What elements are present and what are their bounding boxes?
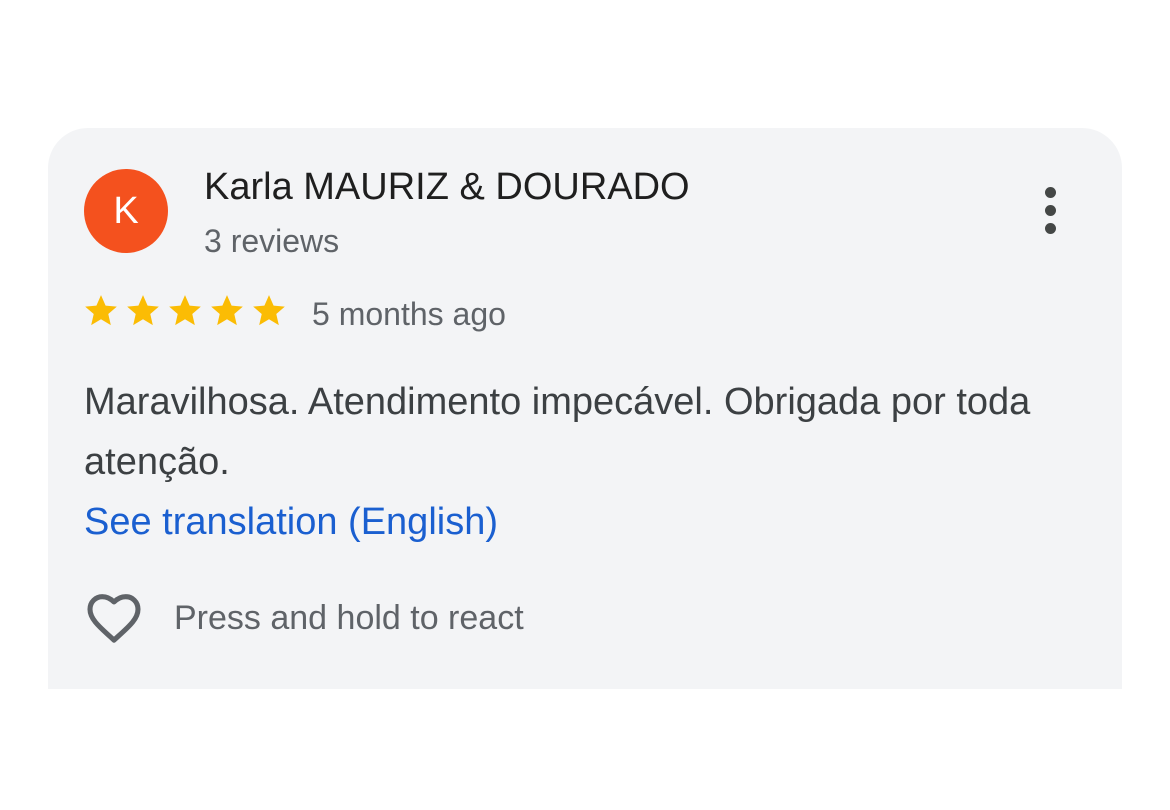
star-icon: [253, 295, 285, 326]
star-icon: [169, 295, 201, 326]
review-timestamp: 5 months ago: [312, 296, 506, 332]
review-card: K Karla MAURIZ & DOURADO 3 reviews 5 mon…: [48, 128, 1122, 689]
star-icon: [85, 295, 117, 326]
review-count: 3 reviews: [204, 223, 340, 259]
star-icon: [127, 295, 159, 326]
dot: [1044, 204, 1056, 216]
dot: [1044, 186, 1056, 198]
star-icon: [211, 295, 243, 326]
dot: [1044, 222, 1056, 234]
avatar[interactable]: K: [84, 169, 168, 253]
heart-outline-icon[interactable]: [82, 586, 146, 650]
react-label: Press and hold to react: [174, 598, 524, 637]
author-name[interactable]: Karla MAURIZ & DOURADO: [204, 166, 690, 209]
review-text: Maravilhosa. Atendimento impecável. Obri…: [84, 381, 1031, 483]
more-vert-icon[interactable]: [1030, 180, 1070, 240]
react-button[interactable]: Press and hold to react: [82, 586, 524, 650]
see-translation-link[interactable]: See translation (English): [84, 492, 498, 552]
star-rating: [82, 292, 288, 330]
